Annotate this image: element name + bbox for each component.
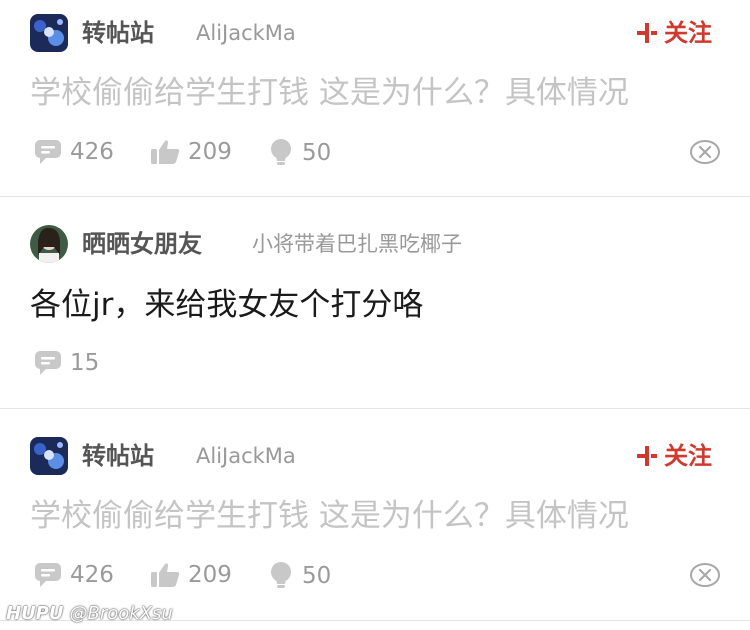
post-title[interactable]: 学校偷偷给学生打钱 这是为什么？具体情况 bbox=[30, 496, 629, 536]
follow-label: 关注 bbox=[664, 19, 712, 47]
like-count-value: 209 bbox=[188, 562, 232, 588]
board-avatar[interactable] bbox=[30, 437, 68, 475]
author-name[interactable]: AliJackMa bbox=[196, 18, 296, 48]
comment-icon bbox=[35, 351, 61, 375]
board-avatar[interactable] bbox=[30, 225, 68, 263]
feed-item[interactable]: 转帖站 AliJackMa 关注 学校偷偷给学生打钱 这是为什么？具体情况 42… bbox=[0, 0, 750, 196]
board-avatar[interactable] bbox=[30, 14, 68, 52]
like-count[interactable]: 209 bbox=[150, 561, 232, 589]
light-count[interactable]: 50 bbox=[268, 138, 331, 168]
board-name[interactable]: 晒晒女朋友 bbox=[82, 229, 202, 259]
like-count-value: 209 bbox=[188, 139, 232, 165]
like-count[interactable]: 209 bbox=[150, 138, 232, 166]
lightbulb-icon bbox=[271, 562, 291, 588]
thumbs-up-icon bbox=[151, 140, 180, 164]
dismiss-icon[interactable] bbox=[690, 563, 720, 587]
light-count-value: 50 bbox=[302, 563, 332, 589]
author-name[interactable]: AliJackMa bbox=[196, 441, 296, 471]
plus-icon bbox=[637, 23, 657, 43]
follow-button[interactable]: 关注 bbox=[636, 441, 712, 471]
post-title[interactable]: 各位jr，来给我女友个打分咯 bbox=[30, 285, 423, 325]
author-name[interactable]: 小将带着巴扎黑吃椰子 bbox=[252, 229, 462, 259]
board-name[interactable]: 转帖站 bbox=[82, 441, 154, 471]
watermark: HUPU @BrookXsu bbox=[6, 603, 173, 625]
reply-count[interactable]: 426 bbox=[34, 561, 114, 589]
post-title[interactable]: 学校偷偷给学生打钱 这是为什么？具体情况 bbox=[30, 73, 629, 113]
reply-count-value: 15 bbox=[70, 350, 100, 376]
comment-icon bbox=[35, 563, 61, 587]
dismiss-icon[interactable] bbox=[690, 140, 720, 164]
reply-count[interactable]: 15 bbox=[34, 349, 99, 377]
reply-count-value: 426 bbox=[70, 562, 114, 588]
follow-button[interactable]: 关注 bbox=[636, 18, 712, 48]
follow-label: 关注 bbox=[664, 442, 712, 470]
comment-icon bbox=[35, 140, 61, 164]
watermark-brand: HUPU bbox=[6, 603, 64, 624]
reply-count-value: 426 bbox=[70, 139, 114, 165]
feed-item[interactable]: 转帖站 AliJackMa 关注 学校偷偷给学生打钱 这是为什么？具体情况 42… bbox=[0, 409, 750, 609]
plus-icon bbox=[637, 446, 657, 466]
watermark-user: @BrookXsu bbox=[69, 603, 173, 624]
light-count[interactable]: 50 bbox=[268, 561, 331, 591]
thumbs-up-icon bbox=[151, 563, 180, 587]
feed-item[interactable]: 晒晒女朋友 小将带着巴扎黑吃椰子 各位jr，来给我女友个打分咯 15 bbox=[0, 197, 750, 408]
reply-count[interactable]: 426 bbox=[34, 138, 114, 166]
light-count-value: 50 bbox=[302, 140, 332, 166]
board-name[interactable]: 转帖站 bbox=[82, 18, 154, 48]
lightbulb-icon bbox=[271, 139, 291, 165]
